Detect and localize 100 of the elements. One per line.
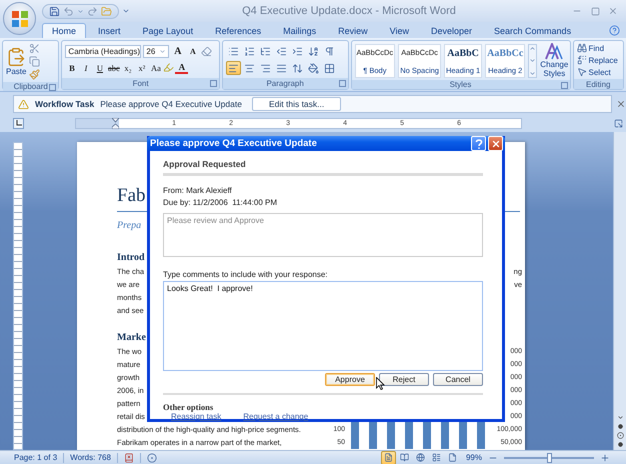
scroll-up-icon[interactable] (529, 44, 536, 52)
editing-command[interactable]: Find (588, 44, 604, 52)
decrease-indent-icon[interactable] (276, 46, 287, 56)
dialog-button[interactable]: Approve (325, 373, 375, 386)
multilevel-list-icon[interactable] (260, 46, 271, 56)
option-link[interactable]: Reassign task (171, 412, 222, 421)
customize-caret-icon[interactable] (122, 7, 130, 15)
ribbon-tab[interactable]: Insert (88, 23, 131, 38)
more-icon[interactable] (529, 70, 536, 76)
ribbon-tab[interactable]: Home (42, 23, 86, 38)
subscript-button[interactable]: x₂ (121, 61, 134, 74)
group-label: Styles (450, 80, 472, 89)
edit-task-button[interactable]: Edit this task... (252, 97, 342, 111)
zoom-level[interactable]: 99% (466, 453, 482, 462)
close-button[interactable] (608, 6, 618, 16)
page-icon[interactable] (384, 453, 393, 462)
next-page-icon[interactable] (618, 442, 622, 447)
book-icon[interactable] (400, 453, 409, 462)
dialog-button[interactable]: Reject (379, 373, 429, 386)
globe-icon[interactable] (416, 453, 425, 462)
font-size-field[interactable]: 26 (143, 45, 170, 58)
word-count[interactable]: Words: 768 (70, 453, 111, 462)
outline-icon[interactable] (432, 453, 441, 462)
zoom-slider-thumb[interactable] (547, 452, 552, 462)
increase-indent-icon[interactable] (292, 46, 303, 56)
scissors-icon[interactable] (29, 43, 40, 54)
ribbon-tab[interactable]: Page Layout (132, 23, 204, 38)
strikethrough-button[interactable]: abc (107, 61, 120, 74)
browse-object-icon[interactable] (616, 432, 624, 439)
help-button[interactable] (471, 136, 486, 151)
caret-icon[interactable] (77, 8, 84, 14)
maximize-button[interactable] (590, 6, 600, 16)
ribbon-tab[interactable]: Review (328, 23, 378, 38)
group-label: Font (132, 79, 149, 88)
ribbon-tab[interactable]: Mailings (273, 23, 326, 38)
close-icon[interactable] (616, 99, 626, 109)
ribbon-tab[interactable]: References (205, 23, 272, 38)
change-styles-button[interactable]: Change Styles (540, 43, 568, 78)
paint-bucket-icon[interactable] (308, 62, 319, 74)
draft-icon[interactable] (448, 453, 457, 462)
option-link[interactable]: Request a change (243, 412, 308, 421)
view-ruler-icon[interactable] (614, 118, 623, 128)
align-left-icon[interactable] (228, 62, 239, 74)
caret-icon[interactable] (159, 48, 166, 55)
editing-command[interactable]: Replace (588, 56, 618, 64)
record-macro-icon[interactable] (146, 452, 157, 462)
numbering-icon[interactable] (244, 46, 255, 56)
close-button[interactable] (488, 136, 503, 151)
zoom-in-icon[interactable] (600, 452, 610, 462)
save-icon[interactable] (49, 6, 60, 16)
line-spacing-icon[interactable] (292, 62, 303, 74)
underline-button[interactable]: U (93, 61, 106, 74)
bold-button[interactable]: B (65, 61, 78, 74)
redo-icon[interactable] (87, 6, 98, 16)
mouse-cursor-icon (376, 377, 385, 390)
scroll-down-icon[interactable] (616, 414, 624, 421)
font-color-button[interactable]: A (175, 61, 188, 74)
close-icon (490, 138, 500, 148)
editing-command[interactable]: Select (588, 68, 611, 76)
comments-field[interactable]: Looks Great! I approve! (163, 281, 483, 371)
section-heading: Introd (117, 251, 146, 265)
scroll-down-icon[interactable] (529, 57, 536, 64)
ribbon-tab[interactable]: Developer (421, 23, 482, 38)
section-heading: Approval Requested (163, 159, 483, 176)
dialog-button[interactable]: Cancel (433, 373, 483, 386)
request-message-box: Please review and Approve (163, 213, 483, 257)
question-mark-icon (474, 138, 482, 148)
ribbon-tab[interactable]: Search Commands (484, 23, 582, 38)
tab-selector-button[interactable] (13, 118, 24, 128)
help-icon[interactable] (609, 24, 620, 36)
font-name-field[interactable]: Cambria (Headings) (65, 45, 142, 58)
indent-marker-icon[interactable] (112, 118, 119, 128)
sort-icon[interactable] (308, 46, 319, 56)
paste-button[interactable]: Paste (6, 47, 26, 76)
dialog-launcher-icon[interactable] (338, 80, 346, 87)
paintbrush-icon[interactable] (29, 69, 40, 80)
due-date-text: Due by: 11/2/2006 11:44:00 PM (163, 197, 278, 209)
align-right-icon[interactable] (260, 62, 271, 74)
superscript-button[interactable]: x² (135, 61, 148, 74)
vertical-scrollbar[interactable] (613, 132, 626, 450)
align-justify-icon[interactable] (276, 62, 287, 74)
align-center-icon[interactable] (244, 62, 255, 74)
dialog-launcher-icon[interactable] (49, 84, 56, 91)
change-case-button[interactable]: Aa (149, 61, 162, 74)
grow-font-button[interactable]: A (171, 45, 184, 58)
dialog-launcher-icon[interactable] (560, 82, 568, 89)
italic-button[interactable]: I (79, 61, 92, 74)
previous-page-icon[interactable] (618, 424, 622, 429)
copy-icon[interactable] (29, 56, 40, 67)
dialog-launcher-icon[interactable] (210, 80, 217, 87)
eraser-icon[interactable] (201, 46, 212, 57)
proofing-book-icon[interactable] (124, 452, 134, 462)
page-count[interactable]: Page: 1 of 3 (14, 453, 58, 462)
other-options-heading: Other options (163, 402, 214, 412)
group-label: Paragraph (266, 79, 304, 88)
document-title: Fab (117, 185, 146, 206)
pilcrow-icon[interactable] (324, 46, 335, 56)
borders-icon[interactable] (324, 62, 335, 74)
shrink-font-button[interactable]: A (186, 45, 200, 58)
ribbon-tab[interactable]: View (380, 23, 419, 38)
